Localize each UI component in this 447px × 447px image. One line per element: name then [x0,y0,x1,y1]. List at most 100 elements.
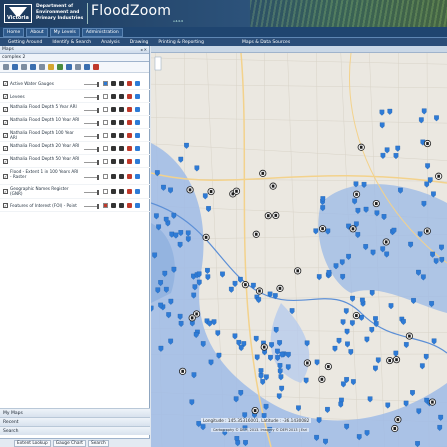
layer-row[interactable]: ✓ Geographic Names Register (GNR) [0,185,150,199]
menu-printing-reporting[interactable]: Printing & Reporting [153,40,209,45]
layer-row[interactable]: ✓ Nathalia Flood Depth 100 Year ARI [0,129,150,142]
layer-row[interactable]: ✓ Levees [0,90,150,103]
layer-opacity-slider[interactable] [84,147,99,152]
nav-administration[interactable]: Administration [81,27,123,37]
map-view[interactable]: Longitude : 145.35316001, Latitude : -36… [151,46,447,447]
layer-row[interactable]: ✓ Nathalia Flood Depth 20 Year ARI [0,142,150,155]
layer-table-icon[interactable] [119,146,124,151]
panel-collapse-icon[interactable]: ◂ ✕ [140,47,147,52]
layer-style-swatch[interactable] [103,146,108,151]
layer-visibility-checkbox[interactable]: ✓ [3,189,8,194]
menu-analysis[interactable]: Analysis [96,40,125,45]
menu-maps-data-sources[interactable]: Maps & Data Sources [237,40,295,45]
layer-visibility-checkbox[interactable]: ✓ [3,94,8,99]
folder-icon[interactable] [21,64,27,70]
layer-table-icon[interactable] [119,120,124,125]
section-my-maps[interactable]: My Maps [0,408,150,417]
layer-remove-icon[interactable] [127,133,132,138]
refresh-icon[interactable] [57,64,63,70]
layer-table-icon[interactable] [119,174,124,179]
tab-extent-lookup[interactable]: Extent Lookup [14,439,51,447]
nav-my-levels[interactable]: My Levels [49,27,80,37]
layer-visibility-checkbox[interactable]: ✓ [3,133,8,138]
layer-info-icon[interactable] [111,159,116,164]
move-icon[interactable] [3,64,9,70]
layer-info-icon[interactable] [111,133,116,138]
layer-opacity-slider[interactable] [84,95,99,100]
layer-remove-icon[interactable] [127,94,132,99]
layer-row[interactable]: ✓ Flood - Extent 1 in 100 Years ARI - Ras… [0,168,150,185]
export-icon[interactable] [84,64,90,70]
layer-style-swatch[interactable] [103,94,108,99]
section-search[interactable]: Search [0,426,150,435]
layer-table-icon[interactable] [119,107,124,112]
layer-remove-icon[interactable] [127,189,132,194]
layer-opacity-slider[interactable] [84,160,99,165]
layer-remove-icon[interactable] [127,159,132,164]
layer-info-icon[interactable] [111,94,116,99]
layer-info-icon[interactable] [111,107,116,112]
layer-row[interactable]: ✓ Nathalia Flood Depth 5 Year ARI [0,103,150,116]
layer-style-swatch[interactable] [103,81,108,86]
layer-zoom-icon[interactable] [135,174,140,179]
layer-row[interactable]: ✓ Active Water Gauges [0,77,150,90]
layer-info-icon[interactable] [111,120,116,125]
layer-zoom-icon[interactable] [135,107,140,112]
layer-visibility-checkbox[interactable]: ✓ [3,81,8,86]
layer-row[interactable]: ✓ Nathalia Flood Depth 50 Year ARI [0,155,150,168]
properties-icon[interactable] [39,64,45,70]
layer-zoom-icon[interactable] [135,159,140,164]
print-icon[interactable] [66,64,72,70]
layer-row[interactable]: ✓ Features of Interest (FOI) - Point [0,199,150,212]
layer-table-icon[interactable] [119,203,124,208]
layer-table-icon[interactable] [119,81,124,86]
layer-remove-icon[interactable] [127,81,132,86]
layer-remove-icon[interactable] [127,107,132,112]
layer-style-swatch[interactable] [103,133,108,138]
layer-style-swatch[interactable] [103,107,108,112]
layer-zoom-icon[interactable] [135,146,140,151]
layer-opacity-slider[interactable] [84,134,99,139]
layer-table-icon[interactable] [119,189,124,194]
layer-opacity-slider[interactable] [84,204,99,209]
layer-info-icon[interactable] [111,81,116,86]
layer-info-icon[interactable] [111,203,116,208]
layer-zoom-icon[interactable] [135,133,140,138]
layer-remove-icon[interactable] [127,203,132,208]
delete-icon[interactable] [93,64,99,70]
layer-info-icon[interactable] [111,189,116,194]
nav-home[interactable]: Home [3,27,25,37]
layer-zoom-icon[interactable] [135,120,140,125]
tab-search[interactable]: Search [87,439,109,447]
save-icon[interactable] [75,64,81,70]
layer-style-swatch[interactable] [103,159,108,164]
layer-style-swatch[interactable] [103,203,108,208]
layer-zoom-icon[interactable] [135,189,140,194]
layer-info-icon[interactable] [111,174,116,179]
layer-opacity-slider[interactable] [84,121,99,126]
layer-visibility-checkbox[interactable]: ✓ [3,203,8,208]
layer-visibility-checkbox[interactable]: ✓ [3,146,8,151]
map-canvas[interactable] [151,53,447,447]
layer-remove-icon[interactable] [127,146,132,151]
layer-remove-icon[interactable] [127,120,132,125]
layer-row[interactable]: ✓ Nathalia Flood Depth 10 Year ARI [0,116,150,129]
add-layer-icon[interactable] [12,64,18,70]
layer-style-swatch[interactable] [103,189,108,194]
layer-visibility-checkbox[interactable]: ✓ [3,159,8,164]
layer-opacity-slider[interactable] [84,108,99,113]
layer-opacity-slider[interactable] [84,82,99,87]
layer-opacity-slider[interactable] [84,190,99,195]
layer-zoom-icon[interactable] [135,203,140,208]
layer-visibility-checkbox[interactable]: ✓ [3,107,8,112]
menu-getting-around[interactable]: Getting Around [3,40,47,45]
legend-icon[interactable] [48,64,54,70]
layer-info-icon[interactable] [111,146,116,151]
layer-remove-icon[interactable] [127,174,132,179]
zoom-icon[interactable] [30,64,36,70]
layer-style-swatch[interactable] [103,174,108,179]
nav-about[interactable]: About [26,27,48,37]
layer-zoom-icon[interactable] [135,94,140,99]
layer-visibility-checkbox[interactable]: ✓ [3,174,8,179]
layer-style-swatch[interactable] [103,120,108,125]
